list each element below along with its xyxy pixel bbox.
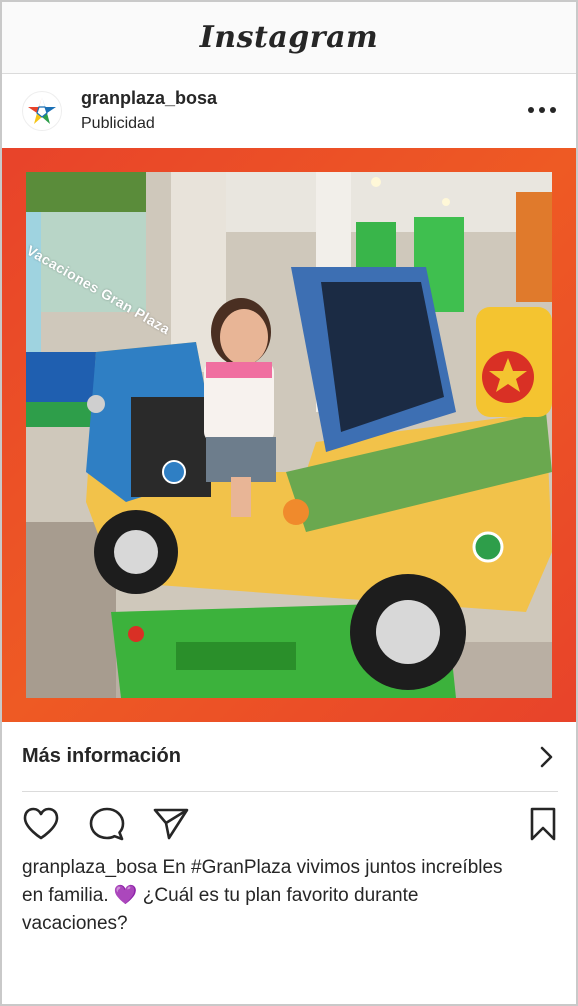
top-bar: Instagram [2, 2, 576, 74]
avatar[interactable] [22, 91, 62, 131]
instagram-post-screen: Instagram granplaza_bosa Publicidad Vaca… [0, 0, 578, 1006]
post-photo: Vacaciones Gran Plaza [26, 172, 552, 698]
caption-username[interactable]: granplaza_bosa [22, 857, 157, 878]
dot [550, 107, 556, 113]
dot [539, 107, 545, 113]
more-info-cta[interactable]: Más información [22, 722, 558, 792]
star-logo-icon [28, 97, 56, 124]
bookmark-icon[interactable] [528, 806, 558, 842]
post-username[interactable]: granplaza_bosa [81, 88, 217, 109]
post-caption: granplaza_bosa En #GranPlaza vivimos jun… [22, 854, 522, 938]
sponsored-label: Publicidad [81, 115, 155, 132]
post-actions [22, 806, 558, 846]
heart-icon[interactable] [22, 806, 60, 842]
photo-illustration [26, 172, 552, 698]
post-header: granplaza_bosa Publicidad [2, 74, 576, 148]
cta-label: Más información [22, 745, 181, 767]
more-options-icon[interactable] [528, 102, 556, 118]
app-logo[interactable]: Instagram [200, 20, 379, 55]
comment-icon[interactable] [88, 806, 126, 842]
chevron-right-icon [540, 746, 553, 768]
user-block: granplaza_bosa Publicidad [81, 88, 217, 133]
post-media[interactable]: Vacaciones Gran Plaza [2, 148, 576, 722]
dot [528, 107, 534, 113]
paper-plane-icon[interactable] [152, 806, 190, 842]
